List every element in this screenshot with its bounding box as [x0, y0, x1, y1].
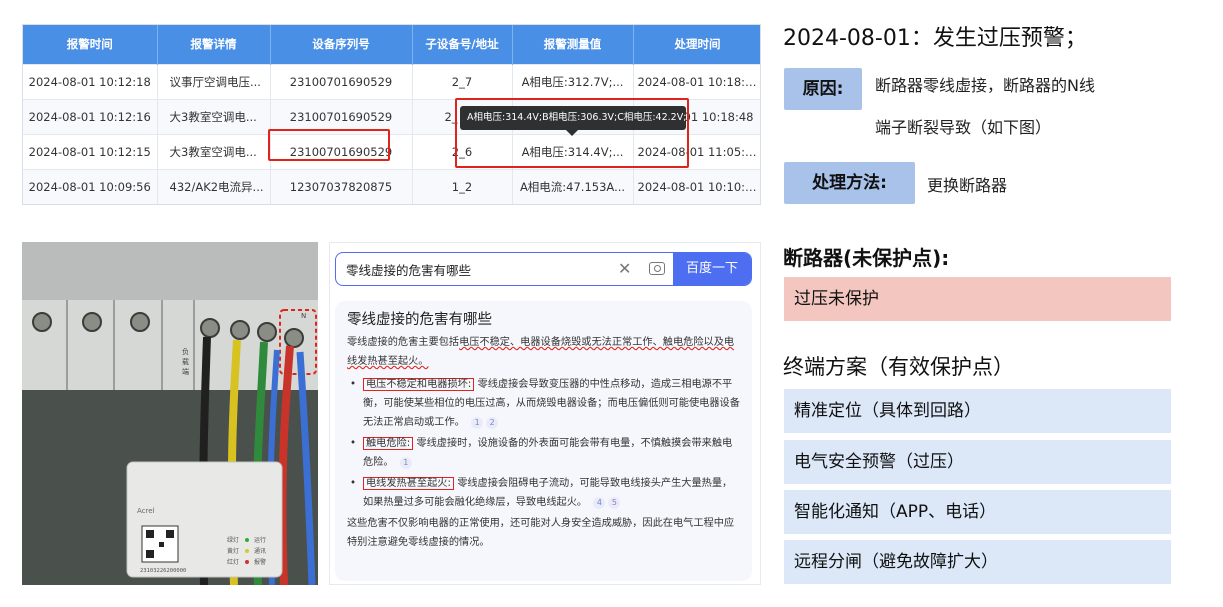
cell-alarm-detail[interactable]: 议事厅空调电压...	[157, 63, 271, 99]
cell-measurement[interactable]: A相电压:312.7V;...	[512, 63, 634, 99]
photo-led-prefix-red: 红灯	[227, 558, 239, 566]
serial-highlight-box	[268, 129, 390, 161]
table-row[interactable]: 2024-08-01 10:09:56 432/AK2电流异... 123070…	[23, 168, 760, 204]
camera-icon[interactable]	[649, 262, 665, 275]
photo-label-n: N	[301, 312, 306, 320]
reference-badge[interactable]: 1	[471, 417, 484, 429]
answer-list: 电压不稳定和电器损坏: 零线虚接会导致变压器的中性点移动，造成三相电源不平衡，可…	[347, 375, 740, 512]
photo-label-duan: 端	[182, 367, 189, 376]
cell-alarm-time: 2024-08-01 10:12:15	[23, 133, 158, 169]
item-body: 零线虚接时，设施设备的外表面可能会带有电量，不慎触摸会带来触电危险。	[363, 438, 733, 468]
cell-handle-time: 2024-08-01 10:10:34	[633, 168, 760, 204]
list-item: 电压不稳定和电器损坏: 零线虚接会导致变压器的中性点移动，造成三相电源不平衡，可…	[347, 375, 740, 432]
solution-item: 智能化通知（APP、电话）	[784, 490, 1171, 534]
cell-handle-time: 2024-08-01 10:18:44	[633, 63, 760, 99]
event-title: 2024-08-01：发生过压预警；	[783, 26, 1087, 51]
photo-led-label-comm: 通讯	[254, 547, 266, 555]
search-bar: ✕ 百度一下	[335, 252, 752, 286]
solution-item: 精准定位（具体到回路）	[784, 389, 1171, 433]
photo-led-label-run: 运行	[254, 536, 266, 544]
cause-label: 原因:	[784, 68, 862, 110]
cell-device-serial: 12307037820875	[270, 168, 413, 204]
answer-title: 零线虚接的危害有哪些	[347, 312, 492, 328]
header-measurement[interactable]: 报警测量值	[512, 25, 634, 64]
cell-sub-device: 2_7	[412, 63, 513, 99]
photo-led-label-alarm: 报警	[254, 558, 266, 566]
method-text: 更换断路器	[927, 176, 1008, 195]
reference-badge[interactable]: 2	[486, 417, 499, 429]
answer-intro-plain: 零线虚接的危害主要包括	[347, 337, 460, 348]
cell-alarm-detail[interactable]: 大3教室空调电...	[157, 98, 271, 134]
measurement-tooltip: A相电压:314.4V;B相电压:306.3V;C相电压:42.2V;	[460, 106, 686, 136]
photo-led-prefix-green: 绿灯	[227, 536, 239, 544]
ai-answer-card: 零线虚接的危害有哪些 零线虚接的危害主要包括电压不稳定、电器设备烧毁或无法正常工…	[335, 301, 752, 581]
cell-alarm-time: 2024-08-01 10:12:18	[23, 63, 158, 99]
table-row[interactable]: 2024-08-01 10:12:18 议事厅空调电压... 231007016…	[23, 63, 760, 99]
photo-device-brand: Acrel	[137, 507, 155, 515]
item-heading: 电压不稳定和电器损坏:	[363, 378, 475, 391]
clear-icon[interactable]: ✕	[618, 259, 631, 278]
led-yellow-icon	[245, 549, 249, 553]
breaker-item: 过压未保护	[784, 277, 1171, 321]
photo-label-zai: 载	[182, 357, 189, 366]
solution-item: 电气安全预警（过压）	[784, 440, 1171, 484]
cell-device-serial: 23100701690529	[270, 63, 413, 99]
cell-alarm-detail[interactable]: 大3教室空调电...	[157, 133, 271, 169]
photo-led-prefix-yellow: 黄灯	[227, 547, 239, 555]
item-heading: 电线发热甚至起火:	[363, 477, 454, 490]
photo-label-fu: 负	[182, 347, 189, 356]
header-handle-time[interactable]: 处理时间	[633, 25, 760, 64]
search-button[interactable]: 百度一下	[673, 253, 751, 285]
led-green-icon	[245, 538, 249, 542]
breaker-heading: 断路器(未保护点):	[783, 246, 950, 270]
photo-device-serial: 23103226200000	[140, 568, 186, 574]
method-label: 处理方法:	[784, 162, 915, 204]
reference-badge[interactable]: 1	[399, 457, 412, 469]
reference-badge[interactable]: 5	[608, 497, 621, 509]
reference-badge[interactable]: 4	[593, 497, 606, 509]
answer-conclusion: 这些危害不仅影响电器的正常使用，还可能对人身安全造成威胁，因此在电气工程中应特别…	[347, 518, 735, 548]
breaker-photo: 负 载 端 N Acrel 23103226200000 绿灯 黄灯 红灯 运行…	[22, 242, 318, 585]
solution-item: 远程分闸（避免故障扩大）	[784, 540, 1171, 584]
cell-alarm-detail[interactable]: 432/AK2电流异...	[157, 168, 271, 204]
answer-intro: 零线虚接的危害主要包括电压不稳定、电器设备烧毁或无法正常工作、触电危险以及电线发…	[347, 333, 740, 371]
header-alarm-time[interactable]: 报警时间	[23, 25, 158, 64]
solution-heading: 终端方案（有效保护点）	[783, 355, 1014, 379]
cell-alarm-time: 2024-08-01 10:09:56	[23, 168, 158, 204]
search-panel: ✕ 百度一下 零线虚接的危害有哪些 零线虚接的危害主要包括电压不稳定、电器设备烧…	[329, 242, 761, 585]
list-item: 触电危险: 零线虚接时，设施设备的外表面可能会带有电量，不慎触摸会带来触电危险。…	[347, 434, 740, 472]
list-item: 电线发热甚至起火: 零线虚接会阻碍电子流动，可能导致电线接头产生大量热量，如果热…	[347, 474, 740, 512]
header-alarm-detail[interactable]: 报警详情	[157, 25, 271, 64]
cause-text-line2: 端子断裂导致（如下图）	[875, 118, 1052, 137]
item-heading: 触电危险:	[363, 437, 414, 450]
header-sub-device[interactable]: 子设备号/地址	[412, 25, 513, 64]
cell-alarm-time: 2024-08-01 10:12:16	[23, 98, 158, 134]
table-header-row: 报警时间 报警详情 设备序列号 子设备号/地址 报警测量值 处理时间	[23, 25, 760, 64]
header-device-serial[interactable]: 设备序列号	[270, 25, 413, 64]
led-red-icon	[245, 560, 249, 564]
cause-text-line1: 断路器零线虚接，断路器的N线	[875, 76, 1095, 95]
cell-measurement[interactable]: A相电流:47.153A...	[512, 168, 634, 204]
cell-sub-device: 1_2	[412, 168, 513, 204]
